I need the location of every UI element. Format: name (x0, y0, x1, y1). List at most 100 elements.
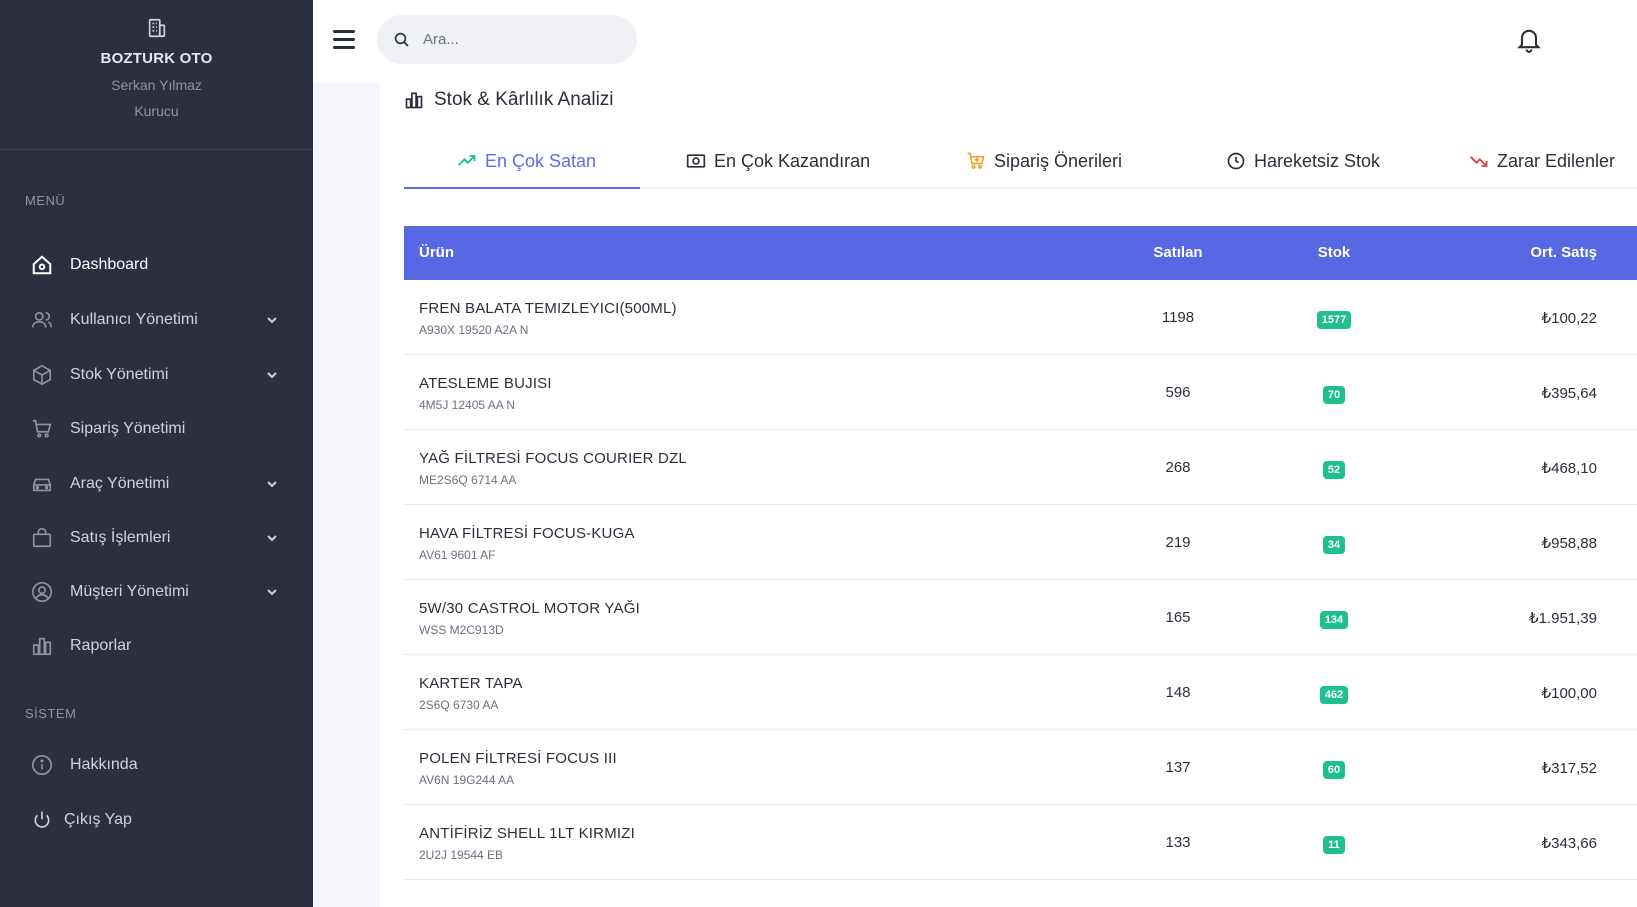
tab-best-selling[interactable]: En Çok Satan (457, 133, 596, 189)
tab-order-suggestions[interactable]: Sipariş Önerileri (966, 133, 1122, 189)
sold-count: 165 (1165, 609, 1191, 626)
table-row[interactable]: ATESLEME BUJISI 4M5J 12405 AA N 596 70 ₺395,… (404, 355, 1637, 430)
stock-cell: 1577 (1284, 310, 1384, 329)
bell-icon[interactable] (1515, 24, 1543, 54)
sidebar-item-dashboard[interactable]: Dashboard (0, 245, 313, 285)
table-row[interactable]: KARTER TAPA 2S6Q 6730 AA 148 462 ₺100,00 (404, 655, 1637, 730)
table-row[interactable]: 5W/30 CASTROL MOTOR YAĞI WSS M2C913D 165 13… (404, 580, 1637, 655)
product-name: ATESLEME BUJISI (419, 375, 552, 392)
avg-sale-price: ₺468,10 (1541, 460, 1597, 477)
avg-sale-price: ₺958,88 (1541, 535, 1597, 552)
table-row[interactable]: HAVA FİLTRESİ FOCUS-KUGA AV61 9601 AF 219 3… (404, 505, 1637, 580)
active-tab-indicator (404, 187, 640, 189)
column-header-stock[interactable]: Stok (1284, 244, 1384, 261)
sidebar-item-users[interactable]: Kullanıcı Yönetimi (0, 300, 313, 340)
sidebar-item-logout[interactable]: Çıkış Yap (0, 800, 313, 840)
table-row[interactable]: FREN BALATA TEMIZLEYICI(500ML) A930X 1952… (404, 280, 1637, 355)
product-name: 5W/30 CASTROL MOTOR YAĞI (419, 600, 640, 617)
column-header-sold[interactable]: Satılan (1128, 244, 1228, 261)
sidebar-item-reports[interactable]: Raporlar (0, 626, 313, 666)
sold-count: 219 (1165, 534, 1191, 551)
avg-sale-price: ₺100,00 (1541, 685, 1597, 702)
avg-sale-price: ₺100,22 (1541, 310, 1597, 327)
content-card: Stok & Kârlılık Analizi En Çok Satan En … (380, 83, 1637, 907)
sidebar-item-label: Raporlar (70, 637, 132, 654)
car-icon (30, 472, 54, 496)
user-name: Serkan Yılmaz (111, 77, 202, 93)
sidebar-item-label: Kullanıcı Yönetimi (70, 311, 198, 328)
product-name: ANTİFİRİZ SHELL 1LT KIRMIZI (419, 825, 635, 842)
sold-count: 596 (1165, 384, 1191, 401)
tab-most-profitable[interactable]: En Çok Kazandıran (686, 133, 870, 189)
product-name: POLEN FİLTRESİ FOCUS III (419, 750, 617, 767)
sidebar-item-stock[interactable]: Stok Yönetimi (0, 355, 313, 395)
stock-cell: 134 (1284, 610, 1384, 629)
search-input[interactable] (423, 31, 613, 48)
product-code: 2S6Q 6730 AA (419, 698, 499, 712)
tab-idle-stock[interactable]: Hareketsiz Stok (1226, 133, 1380, 189)
stock-badge: 134 (1319, 611, 1349, 629)
cart-plus-icon (966, 151, 986, 171)
product-code: 2U2J 19544 EB (419, 848, 504, 862)
column-header-avg-price[interactable]: Ort. Satış (1530, 244, 1597, 261)
sidebar-item-customers[interactable]: Müşteri Yönetimi (0, 572, 313, 612)
stock-cell: 11 (1284, 835, 1384, 854)
stock-badge: 70 (1322, 386, 1346, 404)
chevron-down-icon (267, 535, 277, 542)
sidebar-item-label: Müşteri Yönetimi (70, 583, 189, 600)
table-row[interactable]: YAĞ FİLTRESİ FOCUS COURIER DZL ME2S6Q 671… (404, 430, 1637, 505)
sidebar-item-label: Araç Yönetimi (70, 475, 170, 492)
cart-icon (30, 417, 54, 441)
building-icon (143, 14, 171, 42)
product-code: A930X 19520 A2A N (419, 323, 529, 337)
stock-cell: 52 (1284, 460, 1384, 479)
brand-name: BOZTURK OTO (100, 50, 213, 67)
sidebar-item-about[interactable]: Hakkında (0, 745, 313, 785)
product-code: 4M5J 12405 AA N (419, 398, 516, 412)
bag-icon (30, 526, 54, 550)
table-row[interactable]: ANTİFİRİZ SHELL 1LT KIRMIZI 2U2J 19544 EB… (404, 805, 1637, 880)
chevron-down-icon (267, 317, 277, 324)
table-header: Ürün Satılan Stok Ort. Satış (404, 226, 1637, 280)
sidebar-item-label: Stok Yönetimi (70, 366, 169, 383)
avg-sale-price: ₺343,66 (1541, 835, 1597, 852)
table-row[interactable]: POLEN FİLTRESİ FOCUS III AV6N 19G244 AA 13… (404, 730, 1637, 805)
page-title: Stok & Kârlılık Analizi (404, 89, 614, 111)
sidebar-item-label: Sipariş Yönetimi (70, 420, 186, 437)
avg-sale-price: ₺395,64 (1541, 385, 1597, 402)
product-name: YAĞ FİLTRESİ FOCUS COURIER DZL (419, 450, 687, 467)
search-icon (394, 32, 409, 47)
product-name: KARTER TAPA (419, 675, 523, 692)
brand-block: BOZTURK OTO Serkan Yılmaz Kurucu (0, 0, 313, 150)
product-name: FREN BALATA TEMIZLEYICI(500ML) (419, 300, 677, 317)
product-name: HAVA FİLTRESİ FOCUS-KUGA (419, 525, 635, 542)
home-icon (30, 253, 54, 277)
tab-bar: En Çok Satan En Çok Kazandıran Sipariş Ö… (404, 133, 1637, 189)
search-bar (377, 15, 637, 64)
avg-sale-price: ₺317,52 (1541, 760, 1597, 777)
product-code: ME2S6Q 6714 AA (419, 473, 517, 487)
stock-badge: 34 (1322, 536, 1346, 554)
stock-badge: 60 (1322, 761, 1346, 779)
stock-cell: 462 (1284, 685, 1384, 704)
page-title-text: Stok & Kârlılık Analizi (434, 89, 614, 110)
stock-cell: 60 (1284, 760, 1384, 779)
sidebar-item-sales[interactable]: Satış İşlemleri (0, 518, 313, 558)
best-selling-table: Ürün Satılan Stok Ort. Satış FREN BALATA… (404, 226, 1637, 880)
stock-badge: 1577 (1316, 311, 1352, 329)
sidebar-item-orders[interactable]: Sipariş Yönetimi (0, 409, 313, 449)
power-icon (30, 808, 54, 832)
stock-badge: 52 (1322, 461, 1346, 479)
system-section-label: SİSTEM (25, 706, 77, 721)
avg-sale-price: ₺1.951,39 (1529, 610, 1597, 627)
trending-down-icon (1469, 151, 1489, 171)
sold-count: 148 (1165, 684, 1191, 701)
column-header-product[interactable]: Ürün (419, 244, 454, 261)
tab-loss-making[interactable]: Zarar Edilenler (1469, 133, 1615, 189)
sold-count: 137 (1165, 759, 1191, 776)
sidebar-item-label: Dashboard (70, 256, 149, 273)
chevron-down-icon (267, 372, 277, 379)
table-body: FREN BALATA TEMIZLEYICI(500ML) A930X 1952… (404, 280, 1637, 880)
hamburger-menu-icon[interactable] (333, 30, 355, 50)
sidebar-item-vehicles[interactable]: Araç Yönetimi (0, 464, 313, 504)
